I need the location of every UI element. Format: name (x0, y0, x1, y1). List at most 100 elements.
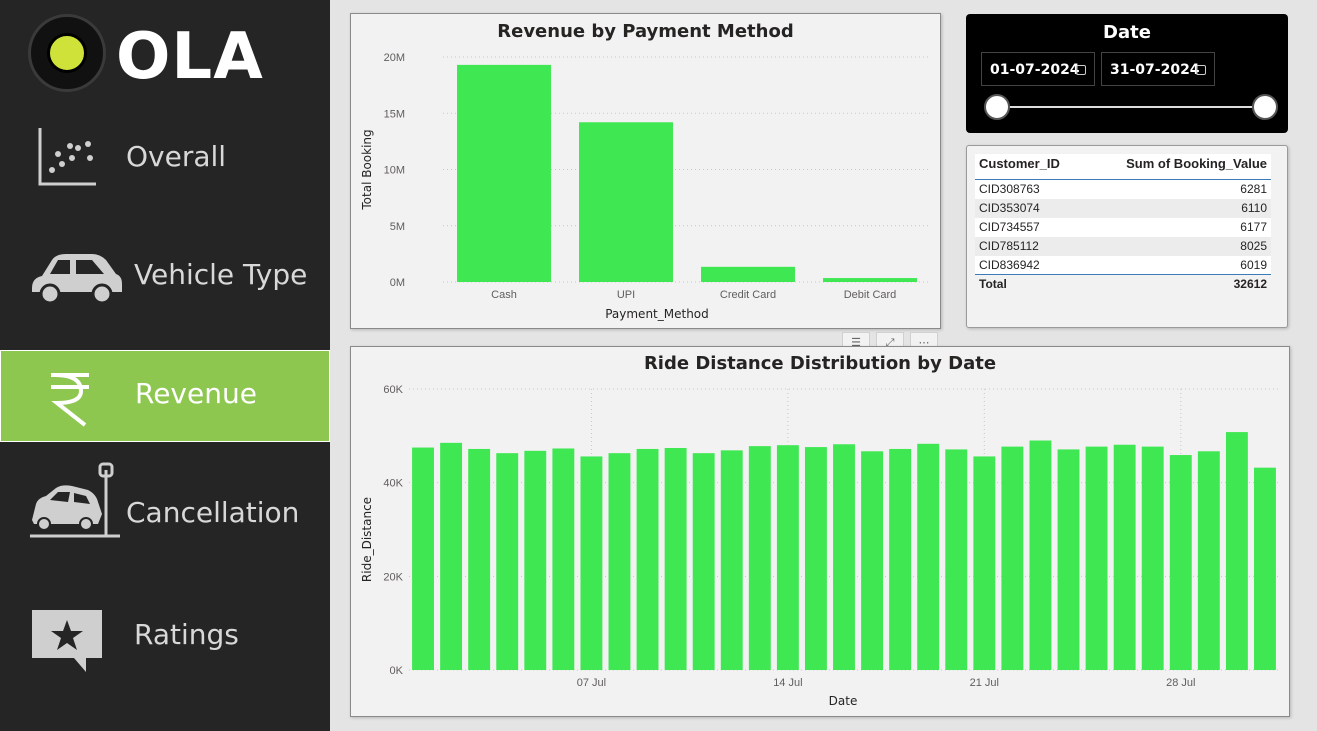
car-icon (32, 254, 122, 305)
bar (889, 448, 912, 670)
nav-item-overall[interactable]: Overall (0, 112, 330, 204)
bar (833, 444, 855, 670)
bar (1141, 446, 1164, 670)
calendar-icon[interactable] (1196, 65, 1206, 75)
bar (412, 447, 434, 670)
bar (579, 122, 673, 282)
bar (701, 266, 795, 282)
y-tick-label: 0K (390, 665, 404, 677)
start-slider-handle[interactable] (984, 94, 1010, 120)
bar (1001, 446, 1024, 670)
y-tick-label: 5M (390, 221, 405, 233)
bar (1197, 451, 1220, 670)
bar (1225, 432, 1248, 670)
table-row[interactable]: CID836942 6019 (975, 255, 1271, 275)
bar (1254, 467, 1276, 670)
nav-item-vehicle-type[interactable]: Vehicle Type (0, 230, 330, 322)
bar (804, 447, 827, 670)
bar (917, 443, 940, 670)
booking-value-table-card[interactable]: Customer_ID Sum of Booking_Value CID3087… (966, 145, 1288, 328)
nav-item-ratings[interactable]: Ratings (0, 588, 330, 680)
bar (945, 449, 968, 670)
bar (692, 453, 715, 670)
bar (1057, 449, 1080, 670)
bar (1029, 440, 1052, 670)
table-row[interactable]: CID308763 6281 (975, 179, 1271, 199)
bar (457, 64, 551, 282)
booking-value-cell: 6110 (1085, 198, 1271, 218)
start-date-input[interactable]: 01-07-2024 (981, 52, 1095, 86)
bar (440, 442, 463, 670)
y-tick-label: 20K (383, 571, 403, 583)
bar (823, 278, 917, 282)
brand-name: OLA (116, 20, 264, 94)
nav-label-cancellation: Cancellation (126, 496, 300, 529)
sidebar: OLA Overall Vehicle Type Revenue Cancell… (0, 0, 330, 731)
total-label: Total (975, 274, 1086, 294)
bar (496, 453, 519, 670)
y-axis-title: Total Booking (360, 129, 374, 210)
nav-item-revenue[interactable]: Revenue (0, 350, 330, 442)
column-header-booking-value[interactable]: Sum of Booking_Value (1085, 154, 1271, 180)
booking-value-table: Customer_ID Sum of Booking_Value CID3087… (975, 154, 1271, 294)
total-value: 32612 (1085, 274, 1271, 294)
nav-label-revenue: Revenue (135, 377, 257, 410)
customer-id-cell: CID785112 (975, 236, 1086, 256)
end-slider-handle[interactable] (1252, 94, 1278, 120)
date-range-track[interactable] (996, 106, 1266, 108)
nav-label-ratings: Ratings (134, 618, 239, 651)
x-axis-title: Date (829, 694, 858, 708)
y-tick-label: 40K (383, 478, 403, 490)
bar (973, 456, 996, 670)
bar (748, 446, 771, 670)
column-header-customer-id[interactable]: Customer_ID (975, 154, 1086, 180)
customer-id-cell: CID308763 (975, 179, 1086, 199)
bar (580, 456, 603, 670)
bar (468, 448, 491, 670)
end-date-value: 31-07-2024 (1110, 62, 1200, 78)
bar (524, 450, 547, 670)
nav-label-vehicle-type: Vehicle Type (134, 258, 308, 291)
ride-distance-chart-card[interactable]: Ride Distance Distribution by Date 0K 20K… (350, 346, 1290, 717)
start-date-value: 01-07-2024 (990, 62, 1080, 78)
bar (664, 448, 687, 670)
slicer-title: Date (1103, 22, 1151, 43)
bar (861, 451, 884, 670)
bar (1085, 446, 1108, 670)
bar (636, 448, 659, 670)
y-tick-label: 10M (384, 165, 405, 177)
bar (552, 448, 575, 670)
x-tick-label: 07 Jul (577, 677, 606, 689)
booking-value-cell: 8025 (1085, 236, 1271, 256)
table-total-row: Total 32612 (975, 274, 1271, 294)
table-row[interactable]: CID734557 6177 (975, 217, 1271, 237)
customer-id-cell: CID353074 (975, 198, 1086, 218)
table-row[interactable]: CID785112 8025 (975, 236, 1271, 256)
date-slicer: Date 01-07-2024 31-07-2024 (966, 14, 1288, 133)
bar (776, 445, 799, 670)
bar (608, 453, 631, 670)
calendar-icon[interactable] (1076, 65, 1086, 75)
ola-logo-icon (28, 14, 106, 92)
y-tick-label: 0M (390, 277, 405, 289)
y-tick-label: 20M (384, 52, 405, 64)
ride-distance-chart: 0K 20K 40K 60K 07 Jul 14 Jul 21 Jul 28 Jul Date R… (360, 384, 1279, 708)
customer-id-cell: CID734557 (975, 217, 1086, 237)
car-crash-icon (30, 462, 120, 538)
x-axis-title: Payment_Method (605, 307, 709, 321)
x-tick-label: 28 Jul (1166, 677, 1195, 689)
bar (1169, 455, 1192, 670)
x-tick-label: Debit Card (844, 289, 897, 301)
bar (1113, 444, 1136, 670)
scatter-chart-icon (38, 128, 96, 186)
bar (720, 450, 743, 670)
end-date-input[interactable]: 31-07-2024 (1101, 52, 1215, 86)
customer-id-cell: CID836942 (975, 255, 1086, 275)
revenue-by-payment-chart: 0M 5M 10M 15M 20M Cash UPI Credit Card Debit Car… (360, 52, 931, 321)
y-axis-title: Ride_Distance (360, 497, 374, 582)
revenue-by-payment-chart-card[interactable]: Revenue by Payment Method 0M 5M 10M 15M 20M C… (350, 13, 941, 329)
table-row[interactable]: CID353074 6110 (975, 198, 1271, 218)
nav-item-cancellation[interactable]: Cancellation (0, 462, 330, 554)
x-tick-label: Cash (491, 289, 517, 301)
x-tick-label: 14 Jul (773, 677, 802, 689)
